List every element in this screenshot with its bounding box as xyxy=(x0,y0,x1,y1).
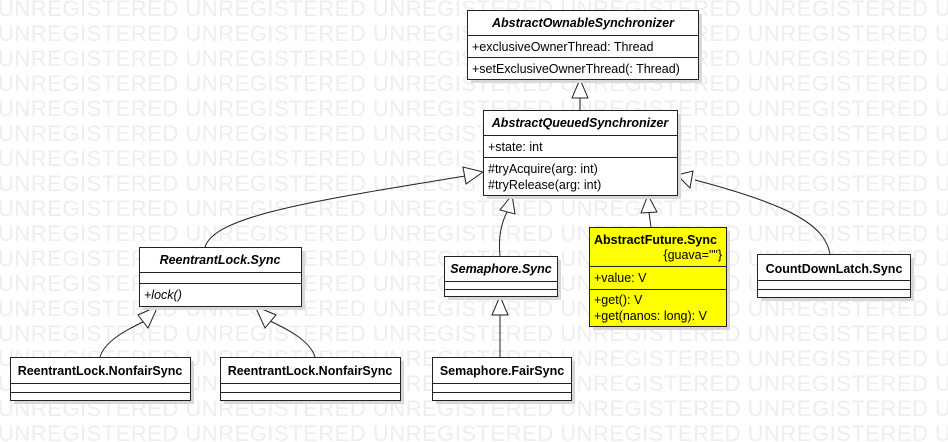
class-name: AbstractFuture.Sync xyxy=(594,233,717,247)
class-semaphore-sync[interactable]: Semaphore.Sync xyxy=(444,256,562,301)
generalization-semsync-aqs xyxy=(499,193,516,257)
class-abstract-queued-synchronizer[interactable]: AbstractQueuedSynchronizer +state: int #… xyxy=(483,110,682,200)
class-reentrantlock-nonfairsync-1[interactable]: ReentrantLock.NonfairSync xyxy=(10,357,195,405)
operation: +lock() xyxy=(144,288,182,302)
operation: +setExclusiveOwnerThread(: Thread) xyxy=(472,62,680,76)
class-name: CountDownLatch.Sync xyxy=(766,262,903,276)
class-name: ReentrantLock.Sync xyxy=(160,253,281,267)
operation: #tryRelease(arg: int) xyxy=(488,178,601,192)
class-abstractfuture-sync[interactable]: AbstractFuture.Sync {guava=""} +value: V… xyxy=(589,227,731,331)
class-name: AbstractQueuedSynchronizer xyxy=(491,116,670,130)
generalization-rlsync-aqs xyxy=(204,166,485,248)
class-countdownlatch-sync[interactable]: CountDownLatch.Sync xyxy=(757,254,915,302)
uml-class-diagram: AbstractOwnableSynchronizer +exclusiveOw… xyxy=(10,10,915,405)
operation: +get(nanos: long): V xyxy=(594,309,708,323)
class-name: AbstractOwnableSynchronizer xyxy=(491,16,675,30)
class-reentrantlock-nonfairsync-2[interactable]: ReentrantLock.NonfairSync xyxy=(220,357,405,405)
generalization-semfair-semsync xyxy=(491,294,509,357)
attribute: +state: int xyxy=(488,140,543,154)
attribute: +exclusiveOwnerThread: Thread xyxy=(472,40,654,54)
class-name: ReentrantLock.NonfairSync xyxy=(18,364,183,378)
attribute: +value: V xyxy=(594,271,647,285)
generalization-afsync-aqs xyxy=(640,193,658,228)
class-reentrantlock-sync[interactable]: ReentrantLock.Sync +lock() xyxy=(139,247,306,311)
class-name: Semaphore.Sync xyxy=(450,262,551,276)
generalization-aqs-aos xyxy=(571,77,589,110)
generalization-nonfair1-rlsync xyxy=(99,305,160,358)
operation: #tryAcquire(arg: int) xyxy=(488,162,598,176)
operation: +get(): V xyxy=(594,293,643,307)
generalization-nonfair2-rlsync xyxy=(254,305,316,358)
class-semaphore-fairsync[interactable]: Semaphore.FairSync xyxy=(432,357,576,405)
tagged-value: {guava=""} xyxy=(663,248,722,262)
class-name: ReentrantLock.NonfairSync xyxy=(228,364,393,378)
class-abstract-ownable-synchronizer[interactable]: AbstractOwnableSynchronizer +exclusiveOw… xyxy=(467,10,703,84)
class-name: Semaphore.FairSync xyxy=(440,364,564,378)
